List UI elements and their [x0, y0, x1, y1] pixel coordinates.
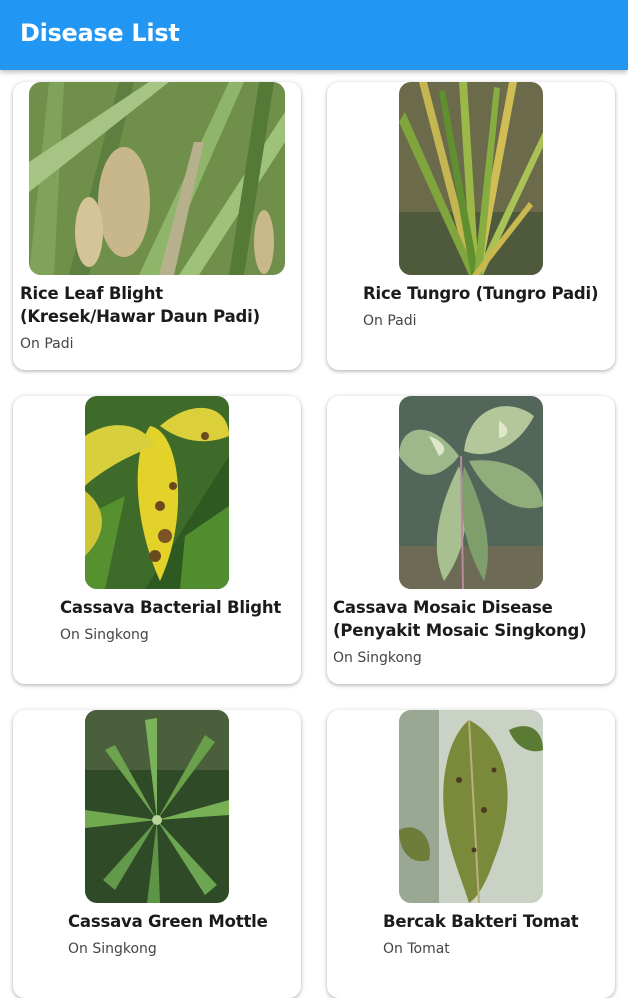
disease-image [399, 82, 543, 275]
disease-plant: On Padi [363, 313, 417, 329]
disease-plant: On Singkong [60, 627, 149, 643]
disease-image [85, 710, 229, 903]
disease-card[interactable]: Rice Tungro (Tungro Padi) On Padi [327, 82, 615, 370]
disease-card[interactable]: Cassava Green Mottle On Singkong [13, 710, 301, 998]
disease-card[interactable]: Rice Leaf Blight (Kresek/Hawar Daun Padi… [13, 82, 301, 370]
disease-info: Rice Leaf Blight (Kresek/Hawar Daun Padi… [20, 282, 295, 352]
disease-name: Rice Tungro (Tungro Padi) [363, 284, 599, 303]
disease-info: Rice Tungro (Tungro Padi) On Padi [363, 282, 603, 329]
app-bar: Disease List [0, 0, 628, 70]
disease-image [85, 396, 229, 589]
page-title: Disease List [20, 19, 180, 47]
disease-info: Bercak Bakteri Tomat On Tomat [383, 910, 613, 957]
disease-name: Bercak Bakteri Tomat [383, 912, 579, 931]
disease-name: Cassava Bacterial Blight [60, 598, 282, 617]
disease-card[interactable]: Cassava Bacterial Blight On Singkong [13, 396, 301, 684]
disease-image [399, 396, 543, 589]
disease-image [29, 82, 285, 275]
disease-plant: On Tomat [383, 941, 450, 957]
disease-image [399, 710, 543, 903]
disease-info: Cassava Bacterial Blight On Singkong [60, 596, 295, 643]
disease-name: Rice Leaf Blight (Kresek/Hawar Daun Padi… [20, 284, 260, 326]
disease-grid: Rice Leaf Blight (Kresek/Hawar Daun Padi… [0, 0, 628, 998]
disease-info: Cassava Mosaic Disease (Penyakit Mosaic … [333, 596, 613, 666]
disease-plant: On Singkong [333, 650, 422, 666]
disease-name: Cassava Green Mottle [68, 912, 268, 931]
disease-plant: On Padi [20, 336, 74, 352]
disease-card[interactable]: Bercak Bakteri Tomat On Tomat [327, 710, 615, 998]
disease-card[interactable]: Cassava Mosaic Disease (Penyakit Mosaic … [327, 396, 615, 684]
disease-plant: On Singkong [68, 941, 157, 957]
disease-info: Cassava Green Mottle On Singkong [68, 910, 295, 957]
disease-name: Cassava Mosaic Disease (Penyakit Mosaic … [333, 598, 587, 640]
